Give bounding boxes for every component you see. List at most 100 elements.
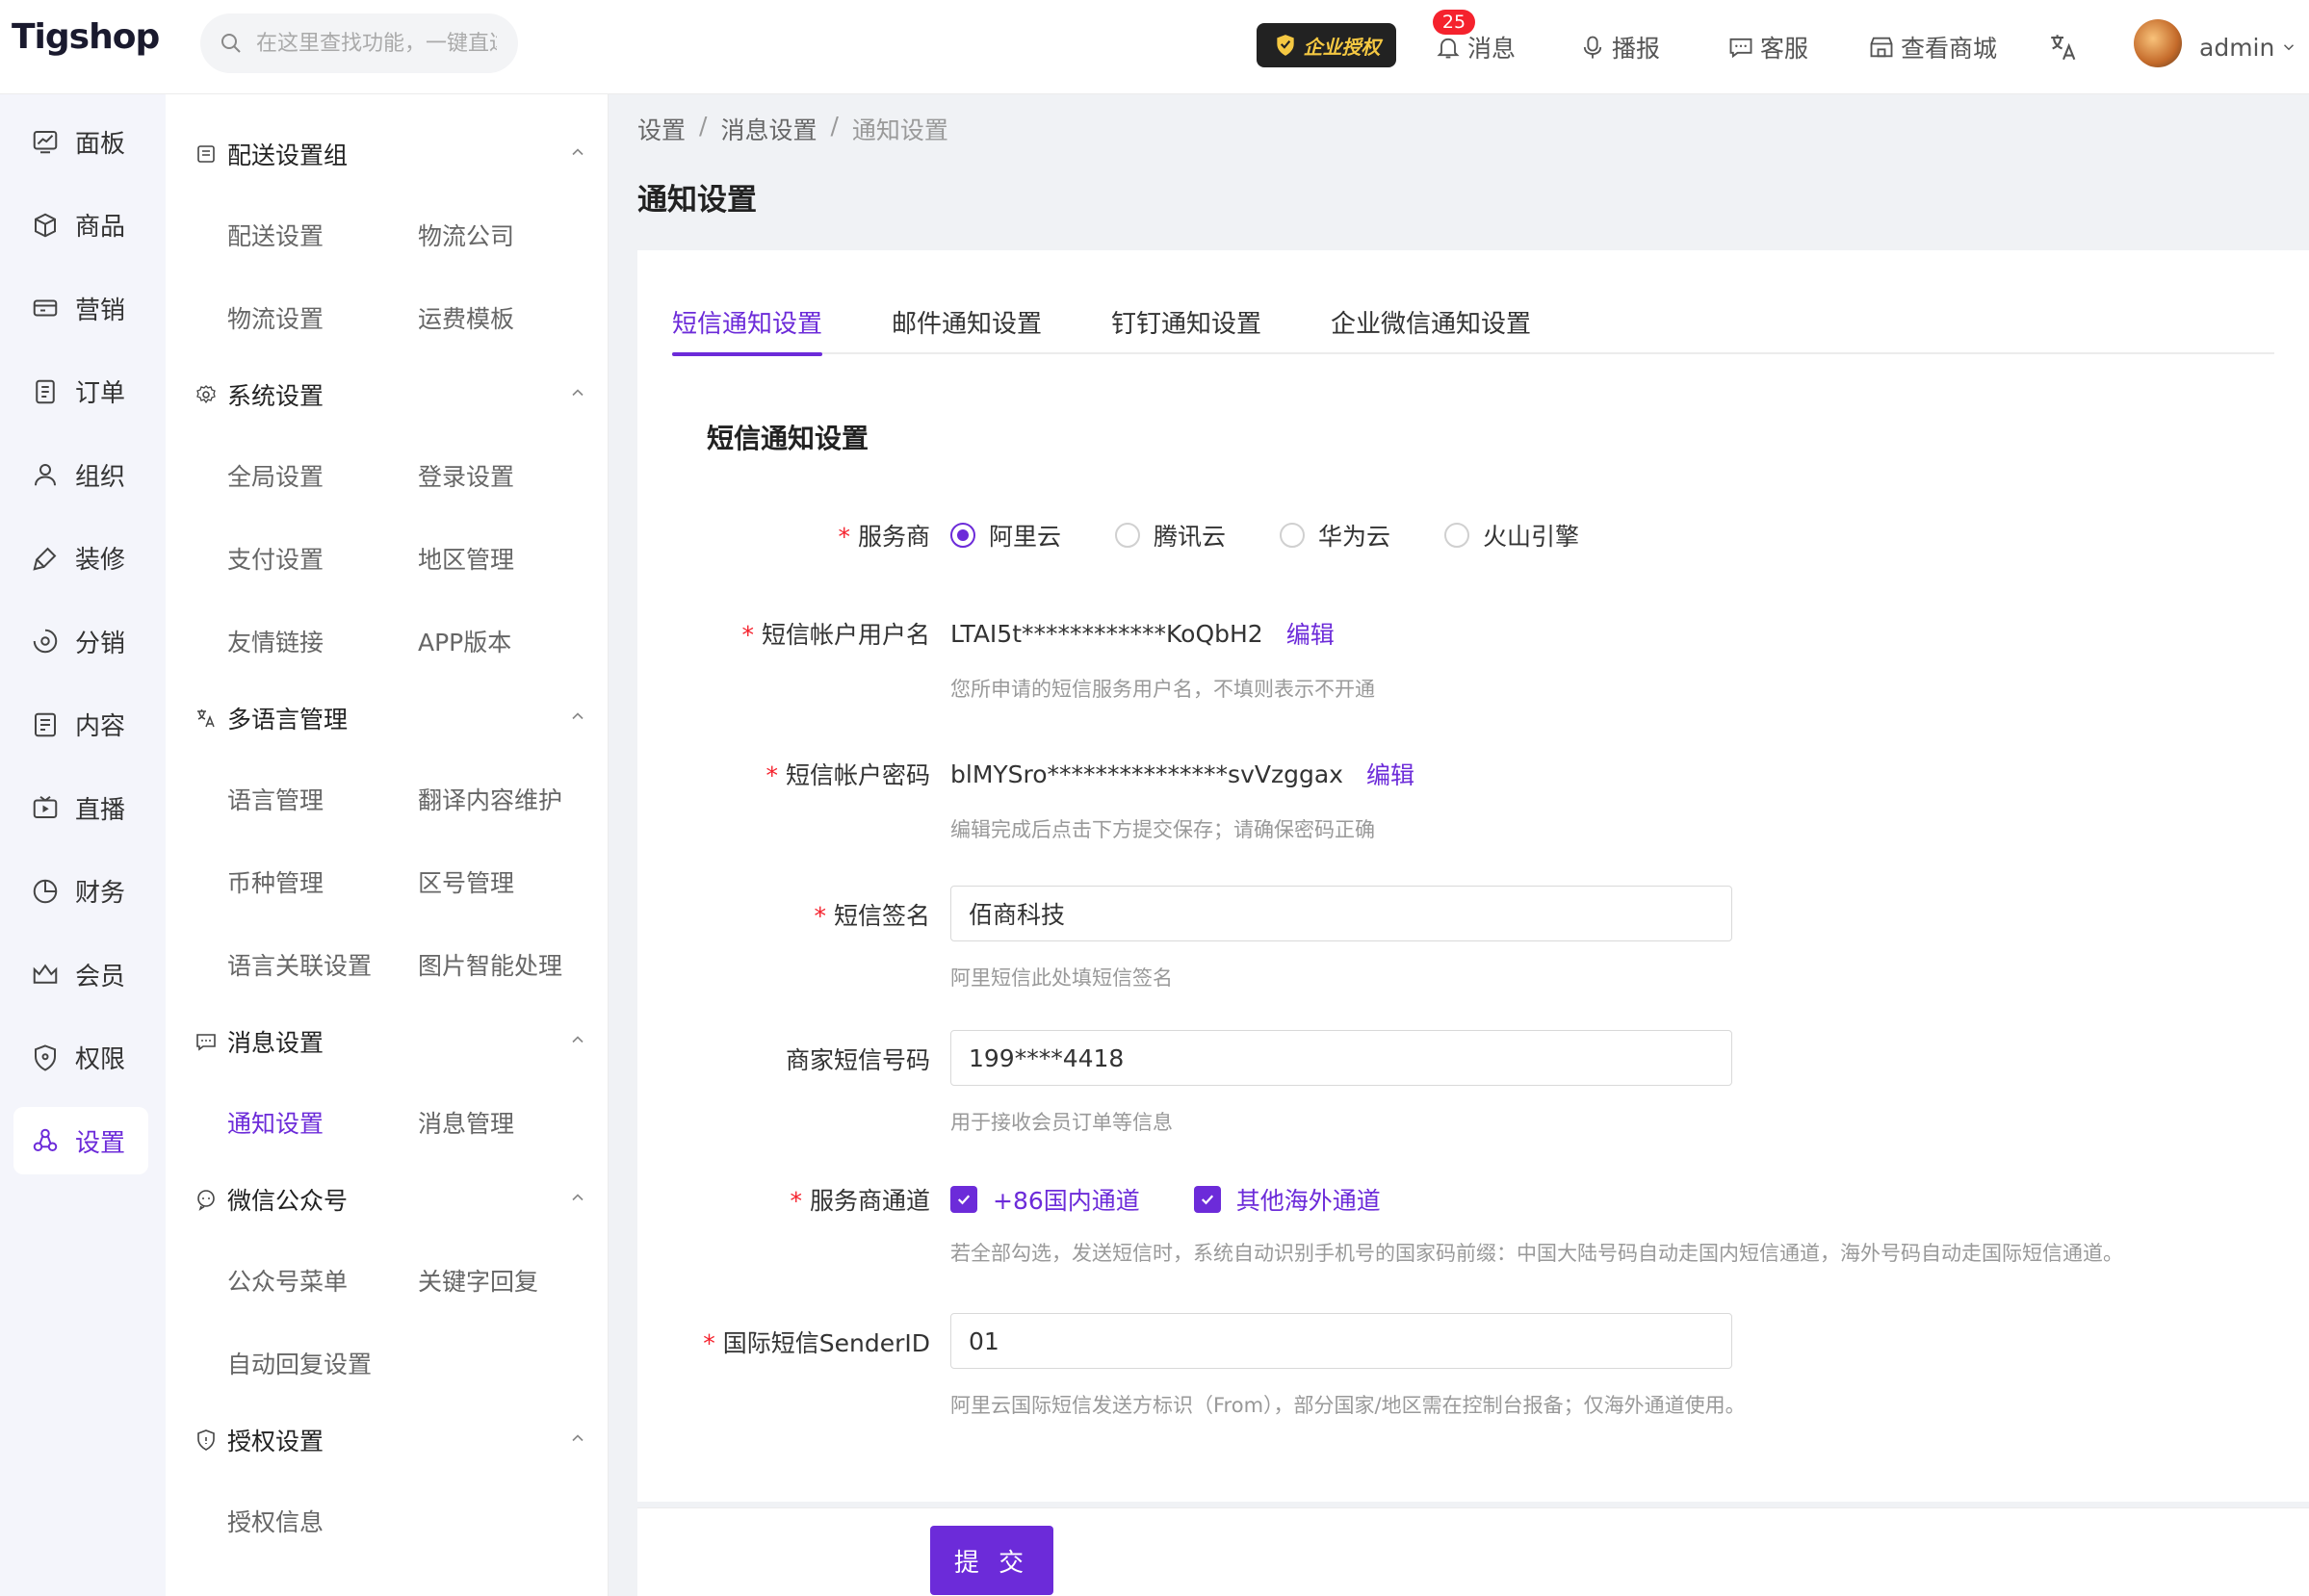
sidebar-item-order[interactable]: 订单 (13, 358, 148, 425)
field-hint: 用于接收会员订单等信息 (950, 1111, 1173, 1134)
order-icon (36, 379, 55, 403)
service-button[interactable]: 客服 (1727, 0, 1808, 94)
signature-input[interactable]: 佰商科技 (950, 886, 1732, 941)
app-logo[interactable]: Tigshop (12, 17, 160, 57)
submenu-item-notification-settings[interactable]: 通知设置 (227, 1105, 324, 1140)
username-value-group: LTAI5t************KoQbH2 编辑 (950, 616, 1335, 651)
submenu-group-title: 配送设置组 (227, 142, 349, 169)
submenu-item-message-management[interactable]: 消息管理 (418, 1105, 514, 1140)
submenu-item-login-settings[interactable]: 登录设置 (418, 458, 514, 493)
merchant-phone-input[interactable]: 199****4418 (950, 1030, 1732, 1086)
tab-wecom[interactable]: 企业微信通知设置 (1331, 304, 1531, 354)
tab-email[interactable]: 邮件通知设置 (892, 304, 1042, 354)
field-label: * 短信帐户密码 (765, 761, 930, 789)
chevron-up-icon (572, 389, 584, 397)
search-box[interactable] (200, 13, 518, 73)
edit-username-link[interactable]: 编辑 (1286, 616, 1335, 651)
submenu-item-logistics-settings[interactable]: 物流设置 (227, 300, 324, 335)
submenu-item-app-version[interactable]: APP版本 (418, 624, 511, 658)
content-icon (35, 712, 56, 736)
field-hint: 您所申请的短信服务用户名，不填则表示不开通 (950, 678, 1375, 701)
view-store-button[interactable]: 查看商城 (1868, 0, 1997, 94)
sidebar-item-box[interactable]: 商品 (13, 192, 148, 259)
language-button[interactable] (2047, 0, 2080, 94)
submenu-group-system[interactable]: 系统设置 (195, 377, 584, 412)
sidebar-item-label: 商品 (75, 213, 126, 242)
broadcast-button[interactable]: 播报 (1579, 0, 1660, 94)
submenu-group-title: 多语言管理 (227, 706, 349, 734)
sidebar-item-marketing[interactable]: 营销 (13, 274, 148, 342)
submenu-item-language-management[interactable]: 语言管理 (227, 782, 324, 816)
radio-volcano[interactable]: 火山引擎 (1444, 518, 1579, 553)
search-icon (221, 34, 241, 53)
sidebar-item-settings[interactable]: 设置 (13, 1107, 148, 1174)
submenu-group-delivery[interactable]: 配送设置组 (195, 137, 584, 171)
chat-icon (1729, 38, 1752, 59)
user-menu[interactable]: admin (2199, 0, 2297, 94)
submit-button[interactable]: 提 交 (930, 1526, 1053, 1595)
radio-tencent[interactable]: 腾讯云 (1115, 518, 1226, 553)
service-label: 客服 (1760, 35, 1809, 63)
radio-aliyun[interactable]: 阿里云 (950, 518, 1061, 553)
submenu-item-auto-reply[interactable]: 自动回复设置 (227, 1346, 372, 1380)
user-icon (35, 464, 56, 486)
view-store-label: 查看商城 (1901, 35, 1998, 63)
submenu-item-currency-management[interactable]: 币种管理 (227, 864, 324, 899)
live-icon (33, 795, 58, 818)
sidebar-item-live[interactable]: 直播 (13, 774, 148, 841)
store-icon (1870, 37, 1893, 58)
shield-icon (197, 1429, 215, 1451)
breadcrumb-item[interactable]: 消息设置 (720, 112, 817, 146)
sidebar-item-share[interactable]: 分销 (13, 607, 148, 675)
sender-id-input[interactable]: 01 (950, 1313, 1732, 1369)
edit-password-link[interactable]: 编辑 (1366, 757, 1414, 791)
submenu-item-keyword-reply[interactable]: 关键字回复 (418, 1263, 538, 1298)
submenu-item-area-code-management[interactable]: 区号管理 (418, 864, 514, 899)
sidebar-item-label: 营销 (75, 296, 126, 325)
tab-dingtalk[interactable]: 钉钉通知设置 (1111, 304, 1261, 354)
submenu-group-message[interactable]: 消息设置 (195, 1024, 584, 1059)
sidebar-item-dashboard[interactable]: 面板 (13, 108, 148, 175)
notification-count-badge: 25 (1433, 10, 1475, 35)
sidebar-item-user[interactable]: 组织 (13, 441, 148, 508)
avatar[interactable] (2134, 19, 2182, 67)
submenu-item-region-management[interactable]: 地区管理 (418, 541, 514, 576)
broadcast-label: 播报 (1612, 35, 1661, 63)
translate-icon (197, 709, 215, 728)
submenu-item-official-menu[interactable]: 公众号菜单 (227, 1263, 348, 1298)
sidebar-item-brush[interactable]: 装修 (13, 525, 148, 592)
radio-huawei[interactable]: 华为云 (1280, 518, 1390, 553)
submenu-item-shipping-template[interactable]: 运费模板 (418, 300, 514, 335)
checkbox-overseas-channel[interactable]: 其他海外通道 (1193, 1182, 1381, 1217)
sidebar-item-finance[interactable]: 财务 (13, 858, 148, 925)
share-icon (33, 629, 58, 654)
sidebar-item-label: 权限 (75, 1045, 126, 1074)
submenu-group-title: 微信公众号 (227, 1187, 349, 1215)
submenu-group-title: 系统设置 (227, 382, 324, 410)
sidebar-item-label: 财务 (75, 879, 126, 908)
sidebar-item-content[interactable]: 内容 (13, 691, 148, 759)
submenu-item-image-processing[interactable]: 图片智能处理 (418, 947, 562, 982)
finance-icon (33, 879, 58, 903)
checkbox-domestic-channel[interactable]: +86国内通道 (950, 1182, 1140, 1217)
submenu-item-payment-settings[interactable]: 支付设置 (227, 541, 324, 576)
submenu-item-global-settings[interactable]: 全局设置 (227, 458, 324, 493)
sidebar-item-crown[interactable]: 会员 (13, 940, 148, 1008)
breadcrumb-item[interactable]: 设置 (637, 112, 686, 146)
submenu-group-wechat[interactable]: 微信公众号 (195, 1182, 584, 1217)
search-input[interactable] (256, 31, 497, 56)
submenu-group-license[interactable]: 授权设置 (195, 1423, 584, 1457)
submenu-item-logistics-company[interactable]: 物流公司 (418, 218, 514, 252)
submenu-item-translation-maintenance[interactable]: 翻译内容维护 (418, 782, 562, 816)
password-value-group: blMYSro***************svVzggax 编辑 (950, 757, 1414, 791)
enterprise-badge[interactable]: 企业授权 (1257, 23, 1396, 67)
submenu-group-multilang[interactable]: 多语言管理 (195, 701, 584, 735)
chevron-down-icon (2284, 44, 2295, 51)
submenu-item-language-association[interactable]: 语言关联设置 (227, 947, 372, 982)
submenu-item-delivery-settings[interactable]: 配送设置 (227, 218, 324, 252)
sidebar-item-shield[interactable]: 权限 (13, 1024, 148, 1092)
tab-sms[interactable]: 短信通知设置 (672, 304, 823, 356)
submenu-item-friend-links[interactable]: 友情链接 (227, 624, 324, 658)
breadcrumb-separator: / (699, 112, 708, 140)
submenu-item-license-info[interactable]: 授权信息 (227, 1504, 324, 1538)
